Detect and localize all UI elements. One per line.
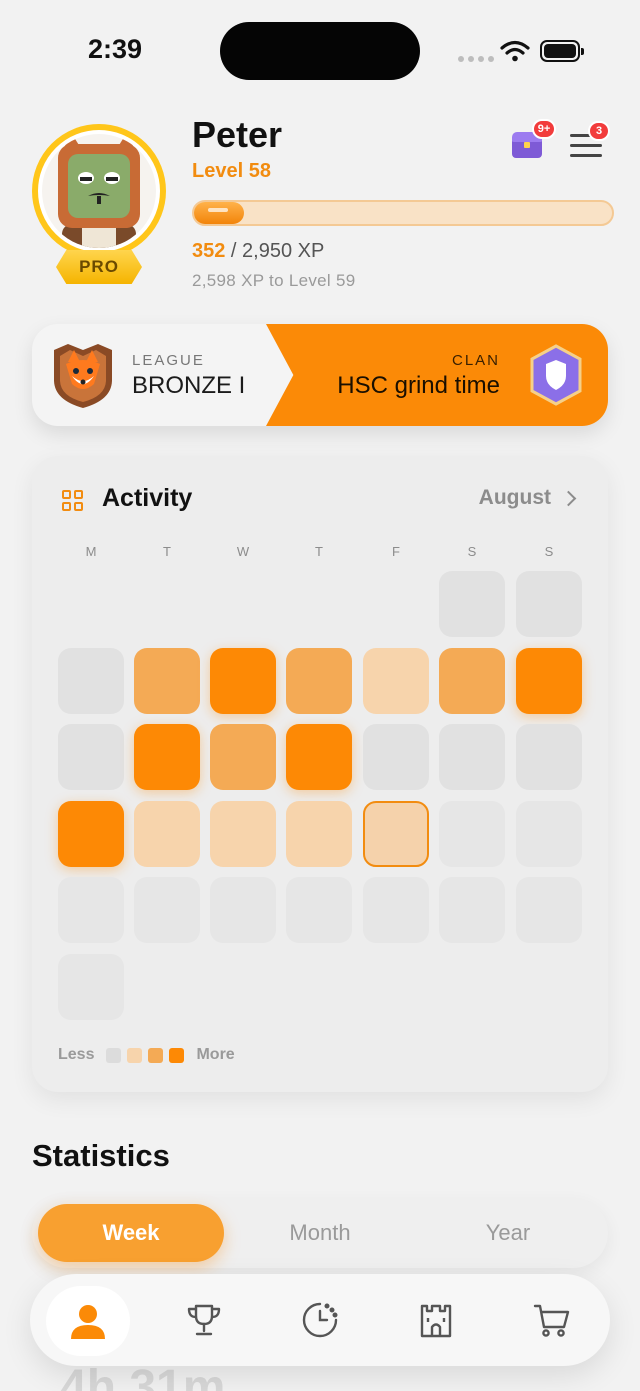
- calendar-day[interactable]: [210, 724, 276, 790]
- calendar-day[interactable]: [58, 724, 124, 790]
- calendar-day[interactable]: [134, 877, 200, 943]
- xp-total: / 2,950 XP: [225, 240, 325, 262]
- trophy-icon: [187, 1304, 221, 1336]
- xp-progress-bar: [192, 200, 614, 226]
- xp-progress-fill: [194, 202, 245, 224]
- league-label: LEAGUE: [132, 352, 205, 369]
- avatar[interactable]: [32, 124, 166, 258]
- xp-current: 352: [192, 240, 226, 262]
- calendar-day[interactable]: [286, 647, 352, 714]
- weekday-label: F: [392, 544, 400, 559]
- avatar-character-icon: [58, 134, 140, 248]
- chevron-right-icon: [560, 490, 577, 506]
- activity-title: Activity: [102, 484, 193, 512]
- legend-medium-swatch: [148, 1047, 164, 1063]
- cart-icon: [533, 1304, 570, 1337]
- grid-icon: [62, 490, 84, 512]
- weekday-label: S: [467, 544, 477, 559]
- tab-month[interactable]: Month: [227, 1204, 413, 1262]
- profile-level: Level 58: [192, 160, 271, 182]
- calendar-day[interactable]: [210, 877, 276, 943]
- month-label: August: [478, 486, 551, 509]
- calendar-day[interactable]: [58, 877, 124, 943]
- tab-leaderboard[interactable]: [172, 1288, 236, 1352]
- calendar-day[interactable]: [134, 800, 200, 867]
- calendar-day[interactable]: [363, 647, 429, 714]
- xp-progress-text: 352 / 2,950 XP: [192, 240, 324, 263]
- pro-badge: PRO: [56, 250, 142, 284]
- tab-history[interactable]: [288, 1288, 352, 1352]
- calendar-day[interactable]: [516, 724, 582, 790]
- calendar-day[interactable]: [439, 647, 505, 714]
- calendar-day[interactable]: [58, 800, 124, 867]
- weekday-label: M: [85, 544, 97, 559]
- status-bar: 2:39: [0, 0, 640, 100]
- tab-year[interactable]: Year: [415, 1204, 601, 1262]
- pro-badge-label: PRO: [79, 257, 119, 276]
- clan-shield-icon: [530, 344, 582, 406]
- calendar-day[interactable]: [516, 647, 582, 714]
- calendar-day[interactable]: [286, 800, 352, 867]
- calendar-day[interactable]: [286, 724, 352, 790]
- calendar-day[interactable]: [363, 724, 429, 790]
- fox-league-crest-icon: [54, 344, 112, 408]
- calendar-day[interactable]: [134, 647, 200, 714]
- bottom-tab-bar: [30, 1274, 610, 1366]
- calendar-day[interactable]: [516, 571, 582, 637]
- menu-notification-badge: 3: [588, 121, 610, 141]
- calendar-day[interactable]: [439, 724, 505, 790]
- wifi-icon: [500, 40, 530, 62]
- calendar-day-today[interactable]: [363, 800, 429, 867]
- weekday-label: T: [163, 544, 171, 559]
- league-clan-card[interactable]: LEAGUE BRONZE I CLAN HSC grind time: [32, 324, 608, 426]
- legend-empty-swatch: [106, 1047, 122, 1063]
- calendar-day[interactable]: [210, 800, 276, 867]
- tab-profile[interactable]: [46, 1286, 130, 1356]
- status-time: 2:39: [88, 34, 143, 64]
- castle-icon: [420, 1304, 452, 1338]
- legend-high-swatch: [169, 1047, 185, 1063]
- legend-more: More: [196, 1046, 235, 1063]
- calendar-day[interactable]: [286, 877, 352, 943]
- calendar-day[interactable]: [439, 877, 505, 943]
- clan-name: HSC grind time: [337, 372, 500, 399]
- calendar-day[interactable]: [439, 571, 505, 637]
- history-icon: [302, 1302, 338, 1338]
- legend-low-swatch: [127, 1047, 143, 1063]
- chest-notification-badge: 9+: [532, 119, 556, 139]
- weekday-label: S: [544, 544, 554, 559]
- dynamic-island: [220, 22, 420, 80]
- tab-clan[interactable]: [404, 1288, 468, 1352]
- tab-week[interactable]: Week: [38, 1204, 224, 1262]
- calendar-day[interactable]: [58, 953, 124, 1020]
- calendar-day[interactable]: [516, 800, 582, 867]
- calendar-day[interactable]: [210, 647, 276, 714]
- statistics-period-selector: Week Month Year: [32, 1198, 608, 1268]
- weekday-label: T: [315, 544, 323, 559]
- league-name: BRONZE I: [132, 372, 246, 399]
- profile-name: Peter: [192, 114, 283, 155]
- calendar-day[interactable]: [134, 724, 200, 790]
- statistics-title: Statistics: [32, 1138, 170, 1173]
- calendar-day[interactable]: [439, 800, 505, 867]
- tab-shop[interactable]: [520, 1288, 584, 1352]
- month-selector[interactable]: August: [478, 486, 577, 510]
- calendar-day[interactable]: [58, 647, 124, 714]
- activity-card: Activity August M T W T F S S Less More: [32, 456, 608, 1092]
- clan-label: CLAN: [451, 352, 500, 369]
- profile-icon: [71, 1305, 105, 1339]
- weekday-label: W: [236, 544, 250, 559]
- battery-icon: [540, 40, 584, 62]
- activity-legend: Less More: [58, 1046, 235, 1064]
- calendar-day[interactable]: [516, 877, 582, 943]
- legend-less: Less: [58, 1046, 95, 1063]
- xp-to-next-level: 2,598 XP to Level 59: [192, 271, 356, 290]
- cellular-signal-icon: [458, 56, 494, 62]
- calendar-day[interactable]: [363, 877, 429, 943]
